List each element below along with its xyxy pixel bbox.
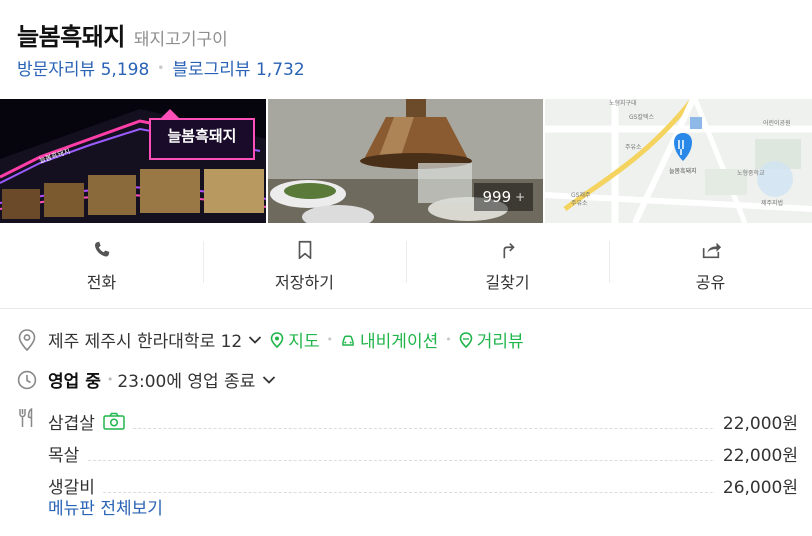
visitor-review-link[interactable]: 방문자리뷰 5,198	[17, 55, 149, 80]
map-label-5: 주유소	[571, 200, 588, 207]
closing-time: 23:00에 영업 종료	[117, 372, 256, 392]
chevron-down-icon[interactable]	[262, 375, 276, 385]
map-link-label: 지도	[288, 332, 320, 352]
view-full-menu-link[interactable]: 메뉴판 전체보기	[48, 494, 163, 519]
phone-icon	[94, 241, 109, 257]
directions-button[interactable]: 길찾기	[406, 223, 609, 308]
menu-item-name-wrap: 삼겹살	[48, 408, 133, 434]
restaurant-exterior-photo[interactable]: 늘봄흑돼지 늘봄흑돼지	[0, 99, 267, 223]
separator-dot: •	[445, 333, 452, 346]
map-label-8: 제주지법	[761, 199, 783, 207]
photo-count-badge[interactable]: 999 +	[474, 183, 534, 211]
share-label: 공유	[695, 272, 726, 292]
blog-review-label: 블로그리뷰	[172, 60, 251, 80]
menu-item[interactable]: 삼겹살 22,000원	[48, 405, 798, 437]
location-pin-icon	[16, 328, 38, 351]
directions-label: 길찾기	[485, 272, 530, 292]
map-illustration: 노형지구대 GS칼텍스 주유소 GS제주 주유소 늘봄흑돼지 노형중학교 제주지…	[544, 99, 812, 223]
business-status: 영업 중	[48, 372, 101, 392]
chevron-down-icon[interactable]	[248, 335, 262, 345]
call-label: 전화	[86, 272, 117, 292]
visitor-review-label: 방문자리뷰	[17, 60, 96, 80]
map-label-3: 주유소	[625, 144, 642, 151]
bookmark-icon	[298, 240, 311, 259]
map-label-7: 노형중학교	[737, 169, 765, 177]
street-view-link-label: 거리뷰	[476, 332, 524, 352]
street-view-icon	[459, 331, 473, 348]
menu-item-price: 22,000원	[714, 408, 798, 434]
menu-item-name: 삼겹살	[48, 413, 95, 434]
menu-item[interactable]: 목살 22,000원	[48, 437, 798, 469]
business-hours-row[interactable]: 영업 중 • 23:00에 영업 종료	[16, 367, 276, 392]
place-category: 돼지고기구이	[133, 30, 228, 50]
place-title-row: 늘봄흑돼지 돼지고기구이	[17, 17, 228, 52]
menu-item-price: 22,000원	[714, 440, 798, 466]
directions-icon	[503, 242, 515, 258]
grill-photo[interactable]: 999 +	[268, 99, 543, 223]
share-icon	[702, 242, 721, 258]
map-link[interactable]: 지도	[270, 327, 320, 352]
navigation-link-label: 내비게이션	[360, 332, 439, 352]
clock-icon	[16, 369, 38, 391]
separator-dot: •	[106, 373, 114, 386]
navigation-link[interactable]: 내비게이션	[340, 327, 438, 352]
exterior-illustration: 늘봄흑돼지 늘봄흑돼지	[0, 99, 267, 223]
street-view-link[interactable]: 거리뷰	[459, 327, 524, 352]
menu-list: 삼겹살 22,000원 목살 22,000원 생갈비 26,000원	[48, 405, 798, 501]
photo-count: 999	[482, 188, 512, 206]
save-button[interactable]: 저장하기	[203, 223, 406, 308]
blog-review-link[interactable]: 블로그리뷰 1,732	[172, 55, 304, 80]
photo-count-plus: +	[515, 190, 526, 204]
visitor-review-count: 5,198	[100, 60, 150, 80]
map-pin-outline-icon	[270, 331, 284, 348]
save-label: 저장하기	[275, 272, 334, 292]
map-label-4: GS제주	[571, 191, 591, 199]
action-bar: 전화 저장하기 길찾기 공유	[0, 223, 812, 309]
address-text[interactable]: 제주 제주시 한라대학로 12	[48, 327, 242, 352]
menu-item-price: 26,000원	[714, 472, 798, 498]
camera-icon[interactable]	[103, 412, 125, 430]
map-label-6: 늘봄흑돼지	[669, 167, 697, 175]
car-icon	[342, 335, 354, 346]
call-button[interactable]: 전화	[0, 223, 203, 308]
map-thumbnail[interactable]: 노형지구대 GS칼텍스 주유소 GS제주 주유소 늘봄흑돼지 노형중학교 제주지…	[544, 99, 812, 223]
menu-item-name: 생갈비	[48, 472, 103, 498]
map-label-9: 어린이공원	[763, 119, 791, 127]
photo-strip: 늘봄흑돼지 늘봄흑돼지 999 + 노형지구대 GS칼텍스 주유소 GS제주 주…	[0, 99, 812, 223]
sign-main-text: 늘봄흑돼지	[167, 127, 236, 145]
address-row: 제주 제주시 한라대학로 12 지도 • 내비게이션 • 거리뷰	[16, 327, 524, 352]
blog-review-count: 1,732	[255, 60, 305, 80]
menu-item-name: 목살	[48, 440, 88, 466]
review-summary: 방문자리뷰 5,198 • 블로그리뷰 1,732	[17, 55, 305, 80]
separator-dot: •	[157, 60, 165, 75]
fork-knife-icon	[19, 407, 33, 427]
share-button[interactable]: 공유	[609, 223, 812, 308]
place-name: 늘봄흑돼지	[17, 23, 125, 51]
map-label-1: 노형지구대	[609, 99, 637, 107]
map-label-2: GS칼텍스	[629, 113, 654, 121]
separator-dot: •	[326, 333, 334, 346]
